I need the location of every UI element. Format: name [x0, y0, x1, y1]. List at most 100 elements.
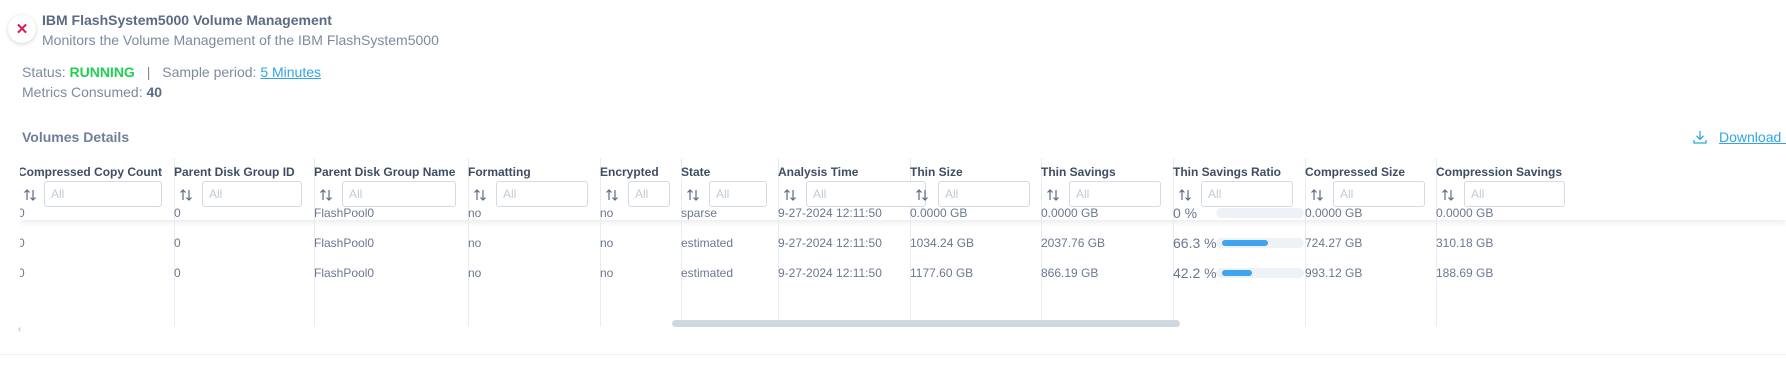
sample-period-label: Sample period: — [162, 64, 257, 80]
table-column: Thin Savings 0.0000 GB 2037.76 GB 866.19 GB — [1041, 158, 1174, 326]
filter-input[interactable] — [709, 181, 767, 207]
filter-input[interactable] — [342, 181, 456, 207]
divider — [0, 354, 1786, 355]
column-header[interactable]: Thin Size — [910, 165, 963, 179]
table-cell: 0.0000 GB — [1041, 206, 1099, 220]
table-column: Compressed Size 0.0000 GB 724.27 GB 993.12 … — [1305, 158, 1437, 326]
table-cell: 724.27 GB — [1305, 236, 1363, 250]
status-line: Status: RUNNING | Sample period: 5 Minut… — [22, 64, 321, 80]
savings-ratio-bar — [1216, 268, 1304, 278]
table-cell: no — [600, 266, 614, 280]
horizontal-scrollbar[interactable] — [672, 320, 1180, 327]
table-cell: no — [468, 206, 482, 220]
table-cell: 9-27-2024 12:11:50 — [778, 266, 882, 280]
table-cell: 0 — [174, 206, 181, 220]
sort-icon[interactable] — [23, 188, 37, 202]
filter-input[interactable] — [628, 181, 670, 207]
status-separator: | — [146, 64, 151, 80]
filter-input[interactable] — [44, 181, 162, 207]
chevron-left-icon[interactable]: ‹ — [18, 324, 21, 335]
table-column: Compression Savings 0.0000 GB 310.18 GB 188… — [1436, 158, 1786, 326]
page-subtitle: Monitors the Volume Management of the IB… — [42, 32, 439, 48]
table-column: Thin Savings Ratio 0 % 66.3 % 42.2 % — [1173, 158, 1306, 326]
table-cell: 0.0000 GB — [910, 206, 968, 220]
savings-ratio-bar — [1216, 208, 1304, 218]
table-cell: 9-27-2024 12:11:50 — [778, 236, 882, 250]
sort-icon[interactable] — [686, 188, 700, 202]
table-cell: FlashPool0 — [314, 266, 375, 280]
sort-icon[interactable] — [1441, 188, 1455, 202]
table-cell: FlashPool0 — [314, 206, 375, 220]
sort-icon[interactable] — [1046, 188, 1060, 202]
column-header[interactable]: Compressed Copy Count — [20, 165, 162, 179]
column-header[interactable]: Formatting — [468, 165, 531, 179]
column-header[interactable]: Compressed Size — [1305, 165, 1405, 179]
savings-ratio-value: 0 % — [1173, 205, 1198, 221]
table-cell: 9-27-2024 12:11:50 — [778, 206, 882, 220]
savings-ratio-fill — [1222, 240, 1268, 246]
filter-input[interactable] — [938, 181, 1030, 207]
table-cell: 0.0000 GB — [1436, 206, 1494, 220]
table-cell: 866.19 GB — [1041, 266, 1099, 280]
filter-input[interactable] — [1464, 181, 1565, 207]
column-header[interactable]: Analysis Time — [778, 165, 858, 179]
metrics-line: Metrics Consumed: 40 — [22, 84, 162, 100]
metrics-label: Metrics Consumed: — [22, 84, 143, 100]
table-cell: 2037.76 GB — [1041, 236, 1106, 250]
sort-icon[interactable] — [473, 188, 487, 202]
column-header[interactable]: Thin Savings — [1041, 165, 1116, 179]
savings-ratio-fill — [1222, 270, 1252, 276]
sample-period-link[interactable]: 5 Minutes — [260, 64, 321, 80]
table-column: Thin Size 0.0000 GB 1034.24 GB 1177.60 GB — [910, 158, 1042, 326]
filter-input[interactable] — [1333, 181, 1425, 207]
sort-icon[interactable] — [1178, 188, 1192, 202]
table-cell: sparse — [681, 206, 718, 220]
table-cell: no — [468, 266, 482, 280]
sort-icon[interactable] — [915, 188, 929, 202]
column-header[interactable]: State — [681, 165, 710, 179]
status-value: RUNNING — [69, 64, 135, 80]
table-column: Parent Disk Group Name FlashPool0 FlashPoo… — [314, 158, 469, 326]
filter-input[interactable] — [496, 181, 588, 207]
sort-icon[interactable] — [179, 188, 193, 202]
sort-icon[interactable] — [783, 188, 797, 202]
savings-ratio-value: 42.2 % — [1173, 265, 1217, 281]
volumes-table: Compressed Copy Count 0 0 0 Parent Disk Grou… — [20, 158, 1786, 326]
column-header[interactable]: Thin Savings Ratio — [1173, 165, 1281, 179]
table-cell: 0 — [174, 266, 181, 280]
column-header[interactable]: Compression Savings — [1436, 165, 1562, 179]
download-button[interactable]: Download C — [1693, 129, 1786, 145]
table-cell: 0 — [20, 206, 25, 220]
close-button[interactable]: ✕ — [8, 15, 36, 43]
table-cell: estimated — [681, 266, 734, 280]
filter-input[interactable] — [806, 181, 926, 207]
table-cell: 0 — [20, 266, 25, 280]
table-column: Encrypted no no no — [600, 158, 682, 326]
table-column: State sparse estimated estimated — [681, 158, 779, 326]
table-cell: 188.69 GB — [1436, 266, 1494, 280]
table-cell: 0.0000 GB — [1305, 206, 1363, 220]
table-cell: no — [468, 236, 482, 250]
table-column: Analysis Time 9-27-2024 12:11:50 9-27-2024… — [778, 158, 926, 326]
column-header[interactable]: Parent Disk Group ID — [174, 165, 295, 179]
table-cell: no — [600, 236, 614, 250]
column-header[interactable]: Parent Disk Group Name — [314, 165, 455, 179]
close-icon: ✕ — [15, 20, 29, 38]
savings-ratio-bar — [1216, 238, 1304, 248]
column-header[interactable]: Encrypted — [600, 165, 659, 179]
table-cell: 1177.60 GB — [910, 266, 974, 280]
sort-icon[interactable] — [605, 188, 619, 202]
sort-icon[interactable] — [319, 188, 333, 202]
table-column: Formatting no no no — [468, 158, 601, 326]
filter-input[interactable] — [1069, 181, 1161, 207]
table-column: Compressed Copy Count 0 0 0 — [20, 158, 175, 326]
table-cell: 0 — [20, 236, 25, 250]
table-cell: estimated — [681, 236, 734, 250]
page-title: IBM FlashSystem5000 Volume Management — [42, 12, 332, 28]
sort-icon[interactable] — [1310, 188, 1324, 202]
filter-input[interactable] — [202, 181, 302, 207]
table-cell: 0 — [174, 236, 181, 250]
metrics-value: 40 — [146, 84, 163, 100]
table-cell: 993.12 GB — [1305, 266, 1363, 280]
filter-input[interactable] — [1201, 181, 1293, 207]
